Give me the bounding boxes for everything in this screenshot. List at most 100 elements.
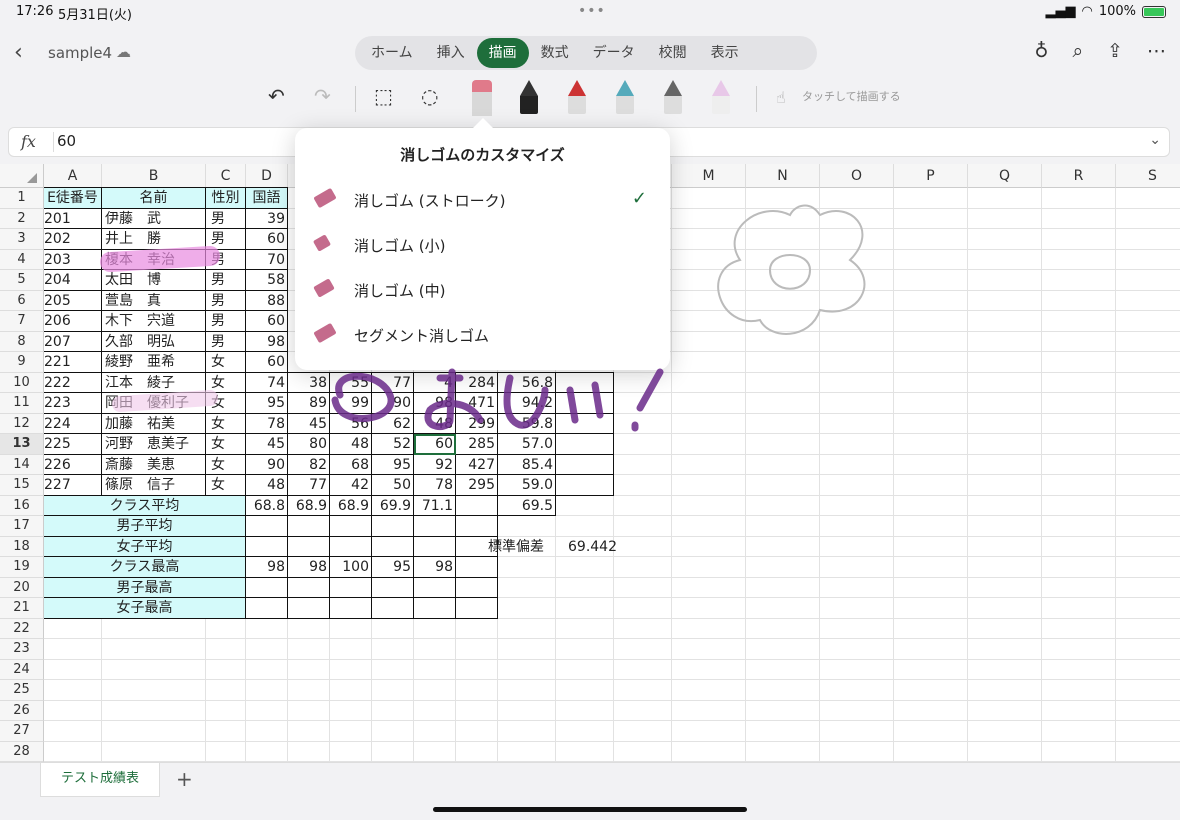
tab-3[interactable]: 数式: [529, 38, 581, 68]
cell-value[interactable]: 42: [330, 475, 372, 496]
col-header-P[interactable]: P: [894, 164, 968, 188]
row-header-6[interactable]: 6: [0, 290, 44, 311]
row-header-3[interactable]: 3: [0, 229, 44, 250]
cell-value[interactable]: 55: [330, 373, 372, 394]
summary-label[interactable]: 女子平均: [44, 536, 245, 557]
tab-4[interactable]: データ: [581, 38, 647, 68]
summary-value[interactable]: [330, 578, 372, 599]
summary-value[interactable]: [414, 516, 456, 537]
cell-id[interactable]: 224: [44, 414, 102, 435]
home-indicator[interactable]: [433, 807, 747, 812]
summary-value[interactable]: [288, 516, 330, 537]
cell-value[interactable]: 284: [456, 373, 498, 394]
cell-value[interactable]: 52: [372, 434, 414, 455]
cell-value[interactable]: 285: [456, 434, 498, 455]
document-title[interactable]: sample4: [48, 44, 112, 62]
header-cell-D[interactable]: 国語: [246, 188, 287, 209]
lasso-rect-icon[interactable]: ⬚: [374, 84, 393, 108]
cell-name[interactable]: 江本 綾子: [105, 373, 209, 394]
undo-icon[interactable]: ↶: [268, 84, 285, 108]
selected-cell[interactable]: [414, 434, 456, 455]
cell-id[interactable]: 227: [44, 475, 102, 496]
summary-value[interactable]: [372, 537, 414, 558]
cell-value[interactable]: 50: [372, 475, 414, 496]
red-pen-icon[interactable]: [568, 80, 586, 116]
cell-value[interactable]: 82: [288, 455, 330, 476]
col-header-Q[interactable]: Q: [968, 164, 1042, 188]
back-icon[interactable]: ‹: [14, 40, 23, 65]
cell-value[interactable]: 471: [456, 393, 498, 414]
row-header-18[interactable]: 18: [0, 536, 44, 557]
summary-value[interactable]: [288, 537, 330, 558]
summary-value[interactable]: [414, 598, 456, 619]
row-header-14[interactable]: 14: [0, 454, 44, 475]
cell-value[interactable]: 94.2: [498, 393, 556, 414]
stddev-label[interactable]: 標準偏差: [488, 537, 558, 558]
summary-value[interactable]: 98: [414, 557, 456, 578]
cell-value[interactable]: 57.0: [498, 434, 556, 455]
summary-value[interactable]: [372, 598, 414, 619]
cell-name[interactable]: 久部 明弘: [105, 332, 209, 353]
col-header-M[interactable]: M: [672, 164, 746, 188]
cell-id[interactable]: 207: [44, 332, 102, 353]
row-header-7[interactable]: 7: [0, 311, 44, 332]
lasso-free-icon[interactable]: ◌: [421, 84, 438, 108]
cell-id[interactable]: 201: [44, 209, 102, 230]
summary-value[interactable]: 68.9: [330, 496, 372, 517]
cell-value[interactable]: 4: [414, 373, 456, 394]
summary-avg[interactable]: 69.5: [498, 496, 556, 517]
summary-value[interactable]: 68.8: [246, 496, 288, 517]
row-header-23[interactable]: 23: [0, 639, 44, 660]
cell-id[interactable]: 203: [44, 250, 102, 271]
cell-value[interactable]: 85.4: [498, 455, 556, 476]
row-header-17[interactable]: 17: [0, 516, 44, 537]
cell-name[interactable]: 太田 博: [105, 270, 209, 291]
cell-value[interactable]: 92: [414, 455, 456, 476]
row-header-19[interactable]: 19: [0, 557, 44, 578]
touch-draw-icon[interactable]: ☝: [776, 88, 786, 107]
cell-value[interactable]: 60: [246, 229, 288, 250]
cell-value[interactable]: 45: [288, 414, 330, 435]
cell-value[interactable]: 59.8: [498, 414, 556, 435]
cell-value[interactable]: 62: [372, 414, 414, 435]
cell-value[interactable]: 48: [246, 475, 288, 496]
cell-value[interactable]: 56: [330, 414, 372, 435]
tab-5[interactable]: 校閲: [647, 38, 699, 68]
cell-value[interactable]: 59.0: [498, 475, 556, 496]
cell-value[interactable]: 299: [456, 414, 498, 435]
cell-value[interactable]: 80: [288, 434, 330, 455]
cell-name[interactable]: 榎本 幸治: [105, 250, 209, 271]
summary-value[interactable]: 95: [372, 557, 414, 578]
cell-name[interactable]: 加藤 祐美: [105, 414, 209, 435]
tab-2[interactable]: 描画: [476, 38, 529, 68]
cell-name[interactable]: 井上 勝: [105, 229, 209, 250]
formula-value[interactable]: 60: [57, 132, 76, 150]
row-header-24[interactable]: 24: [0, 659, 44, 680]
cell-name[interactable]: 河野 恵美子: [105, 434, 209, 455]
summary-value[interactable]: 71.1: [414, 496, 456, 517]
cell-name[interactable]: 伊藤 武: [105, 209, 209, 230]
cell-id[interactable]: 205: [44, 291, 102, 312]
pencil-icon[interactable]: [664, 80, 682, 116]
cell-name[interactable]: 岡田 優利子: [105, 393, 209, 414]
chevron-down-icon[interactable]: ⌄: [1149, 132, 1161, 148]
summary-value[interactable]: [330, 537, 372, 558]
cell-name[interactable]: 萱島 真: [105, 291, 209, 312]
cell-value[interactable]: 99: [330, 393, 372, 414]
summary-value[interactable]: [414, 578, 456, 599]
row-header-13[interactable]: 13: [0, 434, 44, 455]
cell-name[interactable]: 木下 宍道: [105, 311, 209, 332]
stddev-value[interactable]: 69.442: [568, 537, 626, 558]
col-header-A[interactable]: A: [44, 164, 102, 188]
cell-value[interactable]: 39: [246, 209, 288, 230]
tab-1[interactable]: 挿入: [425, 38, 477, 68]
eraser-stroke-option[interactable]: 消しゴム (ストローク) ✓: [313, 184, 655, 218]
col-header-R[interactable]: R: [1042, 164, 1116, 188]
row-header-5[interactable]: 5: [0, 270, 44, 291]
segment-eraser-option[interactable]: セグメント消しゴム: [313, 319, 655, 353]
row-header-25[interactable]: 25: [0, 680, 44, 701]
row-header-28[interactable]: 28: [0, 741, 44, 762]
row-header-9[interactable]: 9: [0, 352, 44, 373]
summary-value[interactable]: [414, 537, 456, 558]
redo-icon[interactable]: ↷: [314, 84, 331, 108]
